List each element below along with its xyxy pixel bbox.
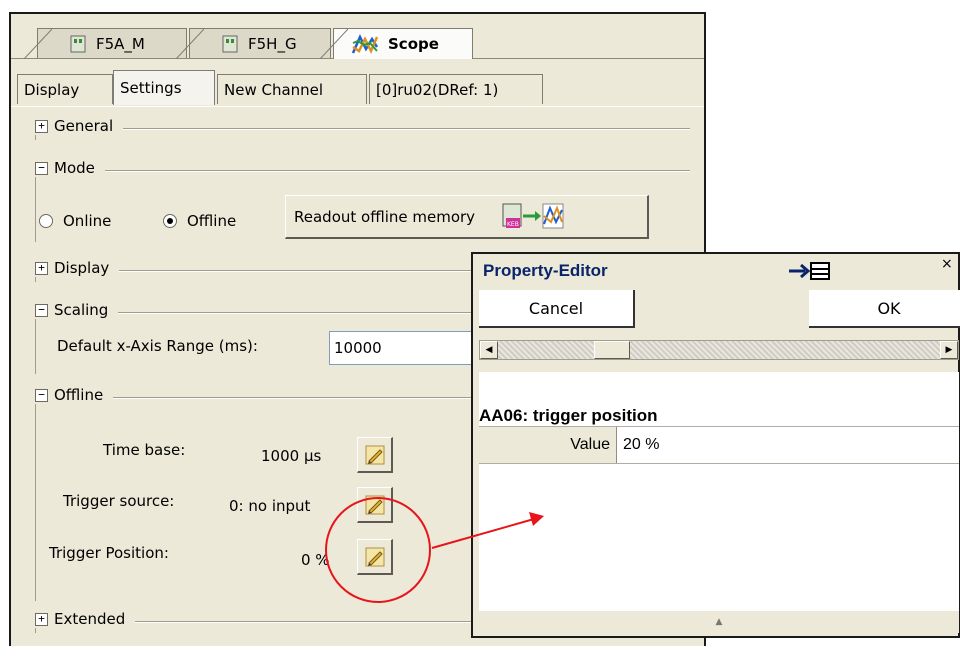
annotation-arrow xyxy=(431,518,535,549)
highlight-circle xyxy=(325,497,431,603)
scope-icon xyxy=(352,33,378,55)
tab-slant xyxy=(320,29,348,59)
tab-settings[interactable]: Settings xyxy=(113,70,215,105)
tab-label: Settings xyxy=(120,79,182,97)
doc-tab-label: Scope xyxy=(388,35,439,53)
doc-tab-scope[interactable]: Scope xyxy=(320,28,473,59)
arrow-head xyxy=(529,512,544,526)
